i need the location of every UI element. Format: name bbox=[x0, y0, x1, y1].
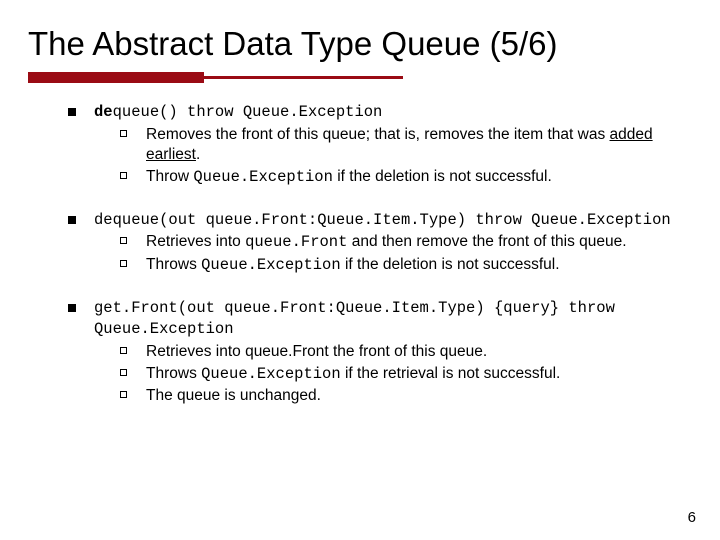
slide-body: dequeue() throw Queue.Exception Removes … bbox=[28, 102, 692, 406]
text-mono: Queue.Exception bbox=[201, 365, 341, 383]
underline-short bbox=[28, 72, 204, 83]
text: Removes the front of this queue; that is… bbox=[146, 126, 610, 143]
text-mono: Queue.Exception bbox=[201, 256, 341, 274]
signature-rest: queue() throw Queue.Exception bbox=[113, 103, 383, 121]
list-item: get.Front(out queue.Front:Queue.Item.Typ… bbox=[68, 298, 692, 406]
text: Retrieves into bbox=[146, 233, 245, 250]
list-item: Removes the front of this queue; that is… bbox=[120, 125, 692, 165]
page-number: 6 bbox=[688, 509, 696, 526]
signature: dequeue() throw Queue.Exception bbox=[94, 103, 382, 121]
sub-list: Retrieves into queue.Front and then remo… bbox=[120, 232, 692, 276]
bullet-list: dequeue() throw Queue.Exception Removes … bbox=[68, 102, 692, 406]
list-item: dequeue(out queue.Front:Queue.Item.Type)… bbox=[68, 210, 692, 276]
list-item: Retrieves into queue.Front and then remo… bbox=[120, 232, 692, 253]
signature: get.Front(out queue.Front:Queue.Item.Typ… bbox=[94, 299, 615, 338]
text: if the deletion is not successful. bbox=[333, 168, 552, 185]
list-item: Throw Queue.Exception if the deletion is… bbox=[120, 167, 692, 188]
text: Throws bbox=[146, 365, 201, 382]
sub-list: Retrieves into queue.Front the front of … bbox=[120, 342, 692, 406]
text: if the retrieval is not successful. bbox=[341, 365, 561, 382]
text-mono: Queue.Exception bbox=[193, 168, 333, 186]
slide: The Abstract Data Type Queue (5/6) deque… bbox=[0, 0, 720, 540]
text: The queue is unchanged. bbox=[146, 387, 321, 404]
list-item: Throws Queue.Exception if the retrieval … bbox=[120, 364, 692, 385]
title-underline bbox=[28, 72, 692, 82]
text: Throws bbox=[146, 256, 201, 273]
list-item: dequeue() throw Queue.Exception Removes … bbox=[68, 102, 692, 187]
signature-bold: de bbox=[94, 103, 113, 121]
text-mono: queue.Front bbox=[245, 233, 347, 251]
sub-list: Removes the front of this queue; that is… bbox=[120, 125, 692, 187]
text: and then remove the front of this queue. bbox=[347, 233, 626, 250]
list-item: The queue is unchanged. bbox=[120, 386, 692, 406]
text: Retrieves into queue.Front the front of … bbox=[146, 343, 487, 360]
text: . bbox=[196, 146, 200, 163]
text: Throw bbox=[146, 168, 193, 185]
list-item: Retrieves into queue.Front the front of … bbox=[120, 342, 692, 362]
text: if the deletion is not successful. bbox=[341, 256, 560, 273]
list-item: Throws Queue.Exception if the deletion i… bbox=[120, 255, 692, 276]
signature: dequeue(out queue.Front:Queue.Item.Type)… bbox=[94, 211, 671, 229]
slide-title: The Abstract Data Type Queue (5/6) bbox=[28, 24, 692, 64]
